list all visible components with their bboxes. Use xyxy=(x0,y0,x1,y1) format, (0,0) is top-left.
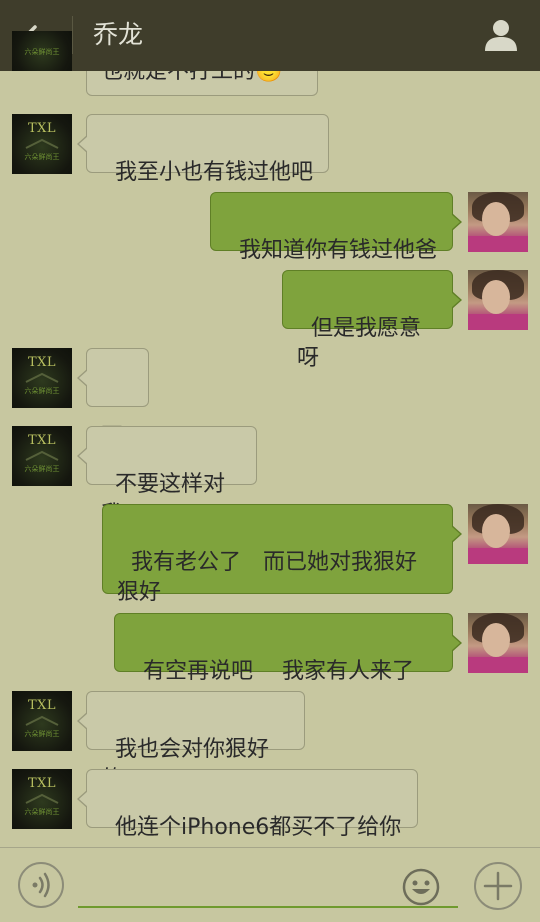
self-avatar[interactable] xyxy=(468,192,528,252)
logo-icon xyxy=(25,450,59,461)
avatar-subtext: 六朵鲜尚王 xyxy=(24,730,60,738)
message-bubble-sent[interactable]: 但是我愿意呀 xyxy=(282,270,462,371)
message-bubble-received[interactable]: 不 xyxy=(77,348,149,449)
message-text: 我知道你有钱过他爸 xyxy=(239,238,438,263)
self-avatar[interactable] xyxy=(468,504,528,564)
contact-avatar[interactable]: TXL 六朵鲜尚王 xyxy=(12,769,72,829)
contact-avatar[interactable]: TXL 六朵鲜尚王 xyxy=(12,691,72,751)
avatar-subtext: 六朵鲜尚王 xyxy=(24,387,60,395)
avatar-subtext: 六朵鲜尚王 xyxy=(24,153,60,161)
self-avatar[interactable] xyxy=(468,270,528,330)
contact-avatar[interactable]: 六朵鲜尚王 xyxy=(12,31,72,71)
contact-avatar[interactable]: TXL 六朵鲜尚王 xyxy=(12,114,72,174)
avatar-subtext: 六朵鲜尚王 xyxy=(24,48,60,56)
message-input-bar xyxy=(0,847,540,922)
message-bubble-received[interactable]: 他连个iPhone6都买不了给你 xyxy=(77,769,418,840)
message-text: 我至小也有钱过他吧 xyxy=(115,160,314,185)
message-text: 我有老公了 而已她对我狠好狠好 xyxy=(117,550,418,605)
contact-avatar[interactable]: TXL 六朵鲜尚王 xyxy=(12,426,72,486)
contact-profile-button[interactable] xyxy=(482,16,520,54)
message-bubble-received[interactable]: 也就是不打工的🙂 xyxy=(86,71,318,96)
smiley-icon xyxy=(402,868,440,906)
person-icon xyxy=(485,20,517,51)
message-bubble-received[interactable]: 我至小也有钱过他吧 xyxy=(77,114,329,185)
chat-title: 乔龙 xyxy=(93,20,144,49)
logo-icon xyxy=(25,138,59,149)
avatar-text: TXL xyxy=(27,776,57,791)
avatar-subtext: 六朵鲜尚王 xyxy=(24,465,60,473)
voice-input-button[interactable] xyxy=(18,862,64,908)
message-bubble-received[interactable]: 不要这样对我 xyxy=(77,426,257,527)
message-bubble-sent[interactable]: 有空再说吧 我家有人来了 xyxy=(114,613,462,684)
avatar-text: TXL xyxy=(27,355,57,370)
message-text: 也就是不打工的🙂 xyxy=(101,71,283,84)
emoji-button[interactable] xyxy=(402,868,440,906)
avatar-text: TXL xyxy=(27,698,57,713)
header-divider xyxy=(72,16,73,54)
message-input[interactable] xyxy=(78,862,458,908)
message-text: 他连个iPhone6都买不了给你 xyxy=(115,815,402,840)
message-text: 有空再说吧 我家有人来了 xyxy=(143,659,414,684)
logo-icon xyxy=(25,793,59,804)
message-text: 但是我愿意呀 xyxy=(297,316,422,371)
message-bubble-received[interactable]: 我也会对你狠好的 xyxy=(77,691,305,792)
chat-header: 乔龙 xyxy=(0,0,540,71)
avatar-subtext: 六朵鲜尚王 xyxy=(24,808,60,816)
contact-avatar[interactable]: TXL 六朵鲜尚王 xyxy=(12,348,72,408)
voice-icon xyxy=(32,872,50,898)
avatar-text: TXL xyxy=(27,121,57,136)
avatar-text: TXL xyxy=(27,433,57,448)
plus-icon xyxy=(483,871,513,901)
message-bubble-sent[interactable]: 我知道你有钱过他爸 xyxy=(210,192,462,263)
logo-icon xyxy=(25,715,59,726)
self-avatar[interactable] xyxy=(468,613,528,673)
more-options-button[interactable] xyxy=(474,862,522,910)
message-bubble-sent[interactable]: 我有老公了 而已她对我狠好狠好 xyxy=(102,504,462,605)
logo-icon xyxy=(25,372,59,383)
